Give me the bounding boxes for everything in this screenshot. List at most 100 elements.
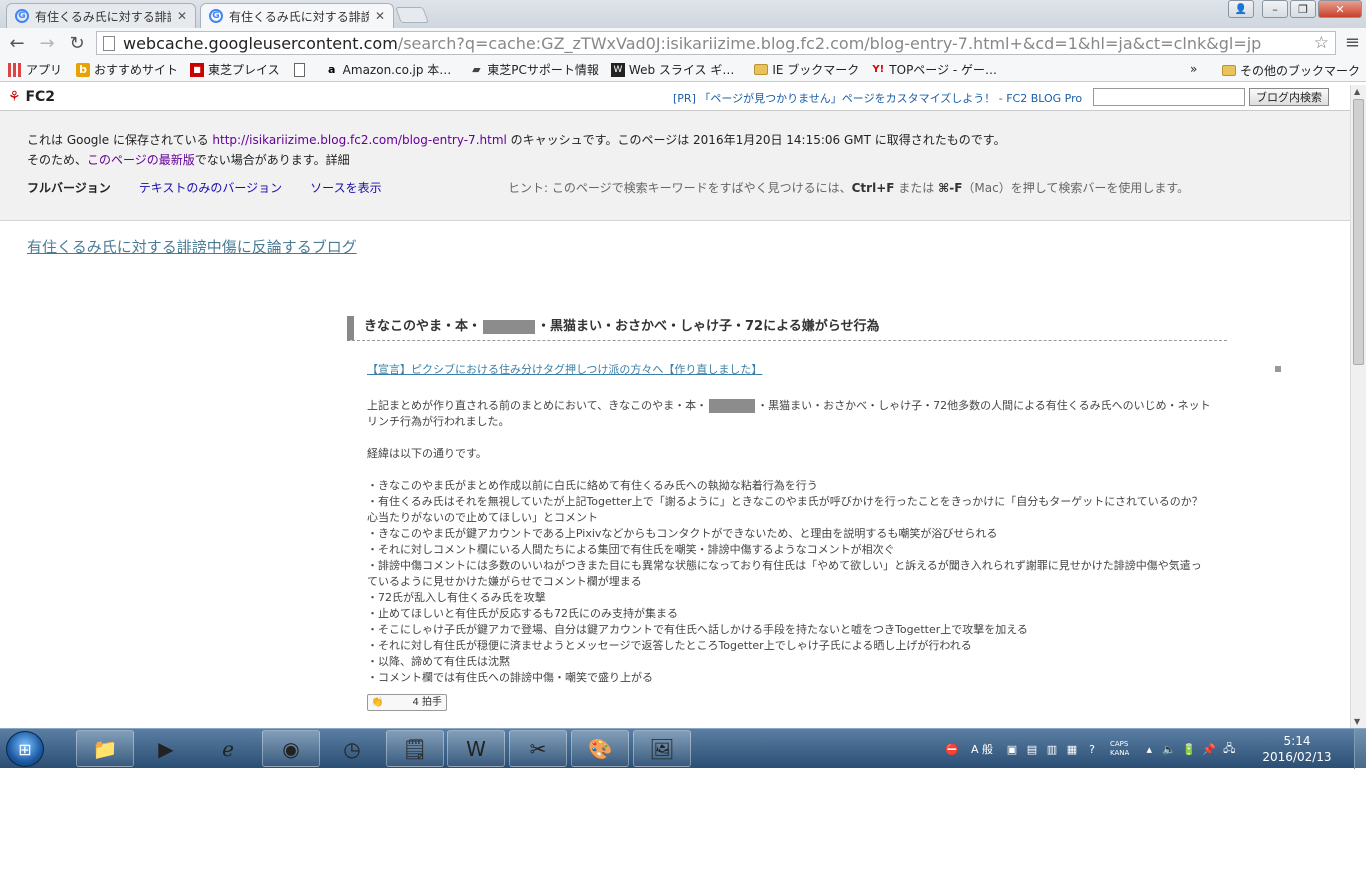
network-icon[interactable]: 🖧 [1221,741,1237,757]
windows-start-button[interactable]: ⊞ [6,731,44,767]
fc2-ad-link[interactable]: [PR] 「ページが見つかりません」ページをカスタマイズしよう！ - FC2 B… [673,90,1082,106]
latest-version-link[interactable]: このページの最新版 [87,153,195,167]
bookmark-other-folder[interactable]: その他のブックマーク [1222,62,1360,79]
show-desktop-button[interactable] [1354,729,1366,769]
decorative-square [1275,366,1281,372]
list-item: ・そこにしゃけ子氏が鍵アカで登場、自分は鍵アカウントで有住氏へ話しかける手段を持… [367,623,1028,636]
url-host: webcache.googleusercontent.com [123,33,398,53]
url-path: /search?q=cache:GZ_zTWxVad0J:isikariizim… [397,33,1262,53]
paragraph-1-part1: 上記まとめが作り直される前のまとめにおいて、きなこのやま・本・ [367,399,708,412]
search-hint: ヒント: このページで検索キーワードをすばやく見つけるには、Ctrl+F または… [508,179,1189,196]
sticky-notes-taskbar-icon[interactable]: 🗒 [386,730,444,767]
show-hidden-icons-arrow-icon[interactable]: ▴ [1141,741,1157,757]
forward-arrow-icon[interactable]: → [34,30,60,56]
volume-icon[interactable]: 🔈 [1161,741,1177,757]
bookmark-web-slice[interactable]: W Web スライス ギ… [610,61,734,78]
internet-explorer-taskbar-icon[interactable]: ℯ [199,730,257,767]
browser-toolbar: ← → ↻ webcache.googleusercontent.com/sea… [0,28,1366,58]
photo-viewer-taskbar-icon[interactable]: 🖼 [633,730,691,767]
user-profile-button[interactable]: 👤 [1228,0,1254,18]
bookmark-label: おすすめサイト [94,63,179,77]
fc2-logo[interactable]: ⚘ FC2 [8,89,55,105]
list-item: ・有住くるみ氏はそれを無視していたが上記Togetter上で「謝るように」ときな… [367,495,1203,524]
paragraph-2: 経緯は以下の通りです。 [367,447,487,460]
bookmark-recommended[interactable]: b おすすめサイト [76,61,178,78]
hint-text-mid: または [894,181,939,195]
bookmarks-overflow-chevron-icon[interactable]: » [1190,62,1197,76]
page-icon [103,35,115,51]
power-icon[interactable]: 🔋 [1181,741,1197,757]
entry-body: 【宣言】ピクシブにおける住み分けタグ押しつけ派の方々へ【作り直しました】 上記ま… [367,362,1212,711]
chrome-menu-icon[interactable]: ≡ [1345,32,1360,53]
word-taskbar-icon[interactable]: W [447,730,505,767]
vertical-scrollbar[interactable]: ▲ ▼ [1350,85,1366,728]
explorer-taskbar-icon[interactable]: 📁 [76,730,134,767]
list-item: ・止めてほしいと有住氏が反応するも72氏にのみ支持が集まる [367,607,678,620]
reload-icon[interactable]: ↻ [64,30,90,56]
minimize-button[interactable]: – [1262,0,1288,18]
clap-button[interactable]: 👏 4 拍手 [367,694,447,711]
chrome-taskbar-icon[interactable]: ◉ [262,730,320,767]
bookmark-star-icon[interactable]: ☆ [1314,33,1329,53]
entry-title-part1: きなこのやま・本・ [364,319,482,334]
ime-tool-icon[interactable]: ▣ [1004,741,1020,757]
clap-hands-icon: 👏 [371,696,384,708]
bookmark-ie-folder[interactable]: IE ブックマーク [754,61,859,78]
ime-mode-indicator[interactable]: A 般 [964,741,1000,757]
bookmark-amazon[interactable]: a Amazon.co.jp 本… [325,61,451,78]
system-clock[interactable]: 5:14 2016/02/13 [1258,733,1336,765]
ime-settings-icon[interactable]: ▦ [1064,741,1080,757]
bookmark-toshiba-support[interactable]: ▰ 東芝PCサポート情報 [469,61,599,78]
ime-dictionary-icon[interactable]: ▤ [1024,741,1040,757]
bookmark-page[interactable] [293,62,309,77]
address-bar[interactable]: webcache.googleusercontent.com/search?q=… [96,31,1336,55]
entry-title: きなこのやま・本・ ・黒猫まい・おさかべ・しゃけ子・72による嫌がらせ行為 [347,316,1227,341]
new-tab-button[interactable] [395,7,429,23]
snipping-tool-taskbar-icon[interactable]: ✂ [509,730,567,767]
clock-app-taskbar-icon[interactable]: ◷ [323,730,381,767]
tab-strip: G 有住くるみ氏に対する誹謗 ✕ G 有住くるみ氏に対する誹謗 ✕ 👤 – ❐ … [0,0,1366,28]
view-source-link[interactable]: ソースを表示 [310,179,381,196]
paint-taskbar-icon[interactable]: 🎨 [571,730,629,767]
details-link[interactable]: 詳細 [326,153,350,167]
security-tray-icon[interactable]: ⛔ [944,741,960,757]
help-icon[interactable]: ? [1084,741,1100,757]
bookmark-label: アプリ [26,63,63,77]
ime-pad-icon[interactable]: ▥ [1044,741,1060,757]
text-only-version-link[interactable]: テキストのみのバージョン [139,179,282,196]
tab-1-close-icon[interactable]: ✕ [177,9,187,23]
fc2-logo-text: FC2 [25,89,56,105]
caps-kana-indicator: CAPS KANA [1110,740,1129,758]
blog-title-link[interactable]: 有住くるみ氏に対する誹謗中傷に反論するブログ [27,236,357,257]
scrollbar-thumb[interactable] [1353,99,1364,365]
list-item: ・以降、諦めて有住氏は沈黙 [367,655,510,668]
toshiba-place-icon: ■ [190,62,205,77]
paragraph-1: 上記まとめが作り直される前のまとめにおいて、きなこのやま・本・ ・黒猫まい・おさか… [367,398,1212,430]
scroll-down-arrow-icon[interactable]: ▼ [1354,717,1360,726]
media-player-taskbar-icon[interactable]: ▶ [137,730,195,767]
tab-2-active[interactable]: G 有住くるみ氏に対する誹謗 ✕ [200,3,394,28]
bookmark-label: 東芝プレイス [208,63,280,77]
bookmark-toshiba-place[interactable]: ■ 東芝プレイス [190,61,280,78]
tab-2-close-icon[interactable]: ✕ [375,9,385,23]
pin-icon[interactable]: 📌 [1201,741,1217,757]
list-item: ・72氏が乱入し有住くるみ氏を攻撃 [367,591,546,604]
maximize-button[interactable]: ❐ [1290,0,1316,18]
list-item: ・きなこのやま氏が鍵アカウントである上Pixivなどからもコンタクトができないた… [367,527,998,540]
cached-url-link[interactable]: http://isikariizime.blog.fc2.com/blog-en… [212,133,506,147]
clock-date: 2016/02/13 [1262,750,1332,764]
amazon-icon: a [327,63,336,76]
scroll-up-arrow-icon[interactable]: ▲ [1354,87,1360,96]
tab-1[interactable]: G 有住くるみ氏に対する誹謗 ✕ [6,3,196,28]
blog-search-button[interactable]: ブログ内検索 [1249,88,1329,106]
togetter-summary-link[interactable]: 【宣言】ピクシブにおける住み分けタグ押しつけ派の方々へ【作り直しました】 [367,363,762,376]
google-favicon-icon: G [15,9,29,23]
blog-search-input[interactable] [1093,88,1245,106]
close-window-button[interactable]: ✕ [1318,0,1362,18]
cache-version-options: フルバージョン テキストのみのバージョン ソースを表示 [27,179,410,196]
bookmark-apps[interactable]: アプリ [8,61,62,78]
window-controls: – ❐ ✕ [1262,0,1362,18]
bookmark-yahoo-top[interactable]: Y! TOPページ - ゲー… [871,61,997,78]
back-arrow-icon[interactable]: ← [4,30,30,56]
windows-taskbar: ⊞ 📁 ▶ ℯ ◉ ◷ 🗒 W ✂ 🎨 🖼 ⛔ A 般 ▣ ▤ ▥ ▦ ? CA… [0,728,1366,769]
